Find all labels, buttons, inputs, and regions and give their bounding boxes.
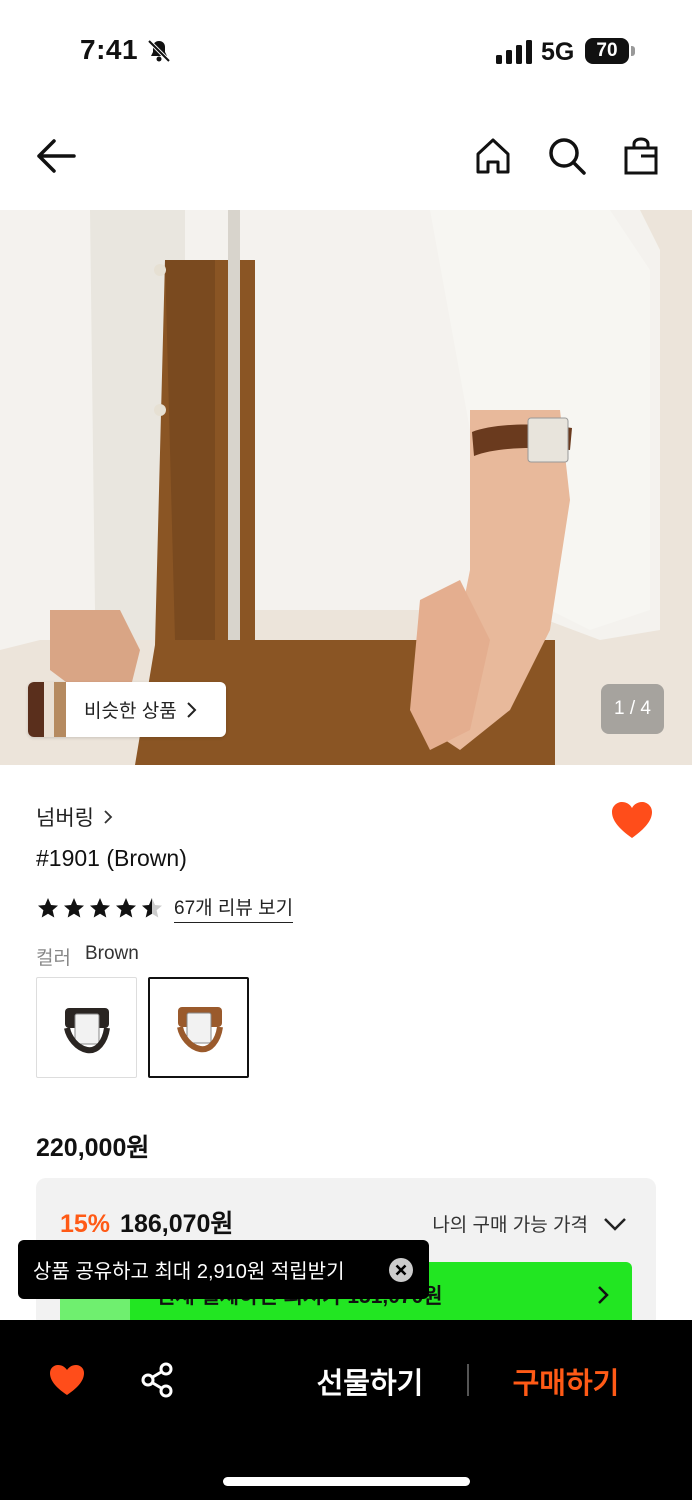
original-price: 220,000원 [36, 1134, 150, 1162]
close-icon[interactable] [389, 1258, 413, 1282]
star-icon [116, 898, 136, 918]
rating-row: 67개 리뷰 보기 [36, 893, 294, 923]
share-reward-toast: 상품 공유하고 최대 2,910원 적립받기 [18, 1240, 429, 1299]
status-bar: 7:41 5G 70 [0, 0, 692, 100]
watch-black-thumbnail [64, 1008, 110, 1054]
battery-indicator: 70 [585, 38, 629, 64]
back-arrow-icon[interactable] [34, 136, 78, 176]
bottom-action-bar: 선물하기 구매하기 [0, 1320, 692, 1500]
color-swatch-brown[interactable] [148, 977, 249, 1078]
star-icon [38, 898, 58, 918]
status-time: 7:41 [80, 34, 139, 65]
similar-products-thumbnail [28, 682, 66, 737]
chevron-right-icon [186, 701, 197, 718]
discount-row: 15% 186,070원 [60, 1204, 233, 1240]
share-icon[interactable] [140, 1362, 174, 1398]
bell-off-icon [147, 39, 171, 63]
product-image-gallery[interactable]: 비슷한 상품 1 / 4 [0, 210, 692, 765]
toast-text: 상품 공유하고 최대 2,910원 적립받기 [33, 1261, 345, 1283]
wishlist-heart-icon[interactable] [610, 800, 654, 840]
half-star-icon [142, 898, 162, 918]
color-swatch-black[interactable] [36, 977, 137, 1078]
heart-icon[interactable] [48, 1363, 86, 1397]
color-row: 컬러 Brown [36, 943, 139, 970]
color-label: 컬러 [36, 948, 71, 969]
signal-icon [496, 40, 532, 64]
discount-rate: 15% [60, 1210, 111, 1238]
chevron-right-icon [104, 810, 113, 824]
brand-link[interactable]: 넘버링 [36, 802, 114, 832]
home-icon[interactable] [474, 136, 512, 176]
review-link[interactable]: 67개 리뷰 보기 [174, 893, 294, 923]
shopping-bag-icon[interactable] [622, 136, 660, 176]
divider [467, 1364, 469, 1396]
my-price-label: 나의 구매 가능 가격 [432, 1215, 588, 1236]
image-page-indicator: 1 / 4 [601, 684, 664, 734]
network-label: 5G [541, 38, 575, 66]
color-value: Brown [84, 943, 139, 964]
product-name: #1901 (Brown) [36, 845, 187, 871]
star-rating [36, 896, 164, 920]
home-indicator [223, 1477, 470, 1486]
buy-button[interactable]: 구매하기 [496, 1358, 636, 1404]
gift-button[interactable]: 선물하기 [300, 1358, 440, 1404]
chevron-down-icon [604, 1217, 626, 1231]
chevron-right-icon [598, 1286, 609, 1304]
similar-products-chip[interactable]: 비슷한 상품 [28, 682, 226, 737]
top-navigation [0, 100, 692, 210]
star-icon [64, 898, 84, 918]
search-icon[interactable] [547, 136, 587, 176]
watch-brown-thumbnail [177, 1007, 223, 1053]
my-price-toggle[interactable]: 나의 구매 가능 가격 [432, 1210, 628, 1237]
battery-cap [631, 46, 635, 56]
brand-name: 넘버링 [36, 807, 94, 830]
similar-products-label: 비슷한 상품 [84, 701, 177, 722]
discount-price: 186,070원 [120, 1210, 234, 1238]
star-icon [90, 898, 110, 918]
